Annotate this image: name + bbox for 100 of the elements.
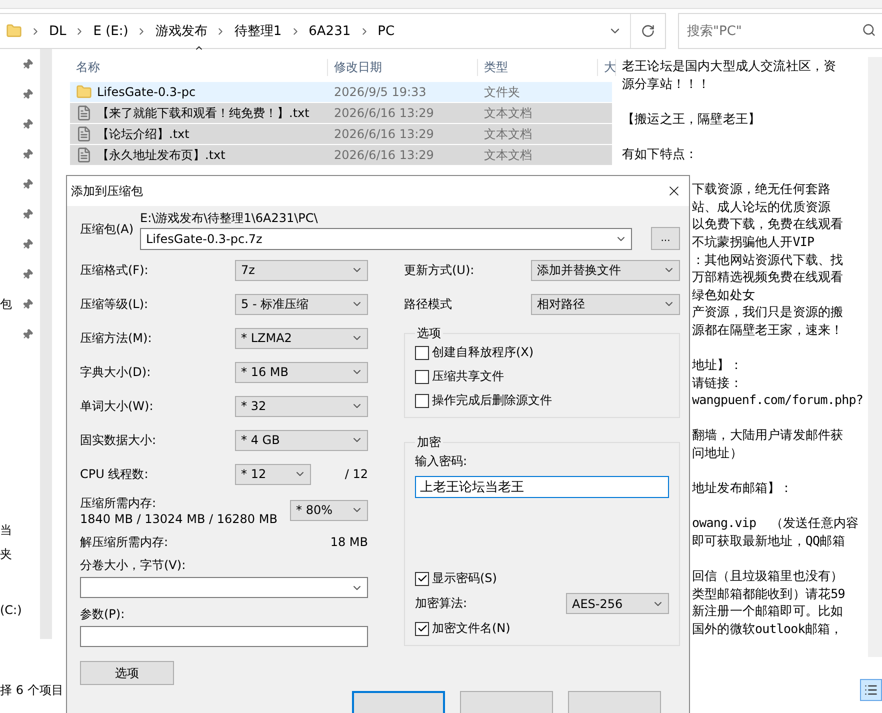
file-row[interactable]: LifesGate-0.3-pc 2026/9/5 19:33 文件夹	[70, 82, 612, 102]
group-title: 加密	[416, 434, 442, 451]
dropdown[interactable]: 7z	[235, 260, 368, 280]
file-type: 文本文档	[483, 104, 533, 122]
document-icon	[76, 126, 92, 142]
status-text: 择 6 个项目	[0, 682, 64, 699]
document-icon	[76, 105, 92, 121]
checkbox[interactable]	[415, 394, 429, 408]
preview-text-line: 回信（且垃圾箱里也没有）	[692, 567, 844, 585]
checkbox[interactable]	[415, 622, 429, 636]
thread-max: / 12	[344, 467, 368, 481]
preview-text-line: wangpuenf.com/forum.php?	[692, 391, 864, 409]
column-header[interactable]: 类型	[478, 58, 598, 76]
column-header[interactable]: 大	[598, 58, 616, 76]
field-label: 路径模式	[404, 296, 452, 312]
password-field[interactable]: 上老王论坛当老王	[415, 476, 669, 498]
preview-text-line: owang.vip （发送任意内容	[692, 514, 859, 532]
volume-size-field[interactable]	[80, 577, 368, 598]
checkbox-label: 加密文件名(N)	[432, 620, 510, 637]
field-label: 固实数据大小:	[80, 432, 156, 448]
preview-text-line: 地址发布邮箱】：	[692, 479, 793, 497]
search-icon	[862, 23, 876, 37]
refresh-icon[interactable]	[641, 24, 655, 38]
dropdown[interactable]: 添加并替换文件	[531, 260, 680, 280]
dropdown[interactable]: 5 - 标准压缩	[235, 294, 368, 314]
dropdown[interactable]: * LZMA2	[235, 328, 368, 348]
preview-text-line: 绿色如处女	[692, 286, 756, 304]
field-label: 分卷大小，字节(V):	[80, 557, 187, 574]
preview-text-line: 不坑蒙拐骗他人开VIP	[692, 232, 814, 251]
file-row[interactable]: 【永久地址发布页】.txt 2026/6/16 13:29 文本文档	[70, 145, 612, 165]
checkbox-label: 操作完成后删除源文件	[432, 392, 552, 409]
nav-item[interactable]: 当	[0, 522, 12, 539]
field-label: 压缩方法(M):	[80, 330, 152, 346]
field-label: 输入密码:	[415, 453, 468, 470]
parameters-field[interactable]	[80, 626, 368, 647]
preview-text-line: 即可获取最新地址，QQ邮箱	[692, 532, 845, 550]
file-name: LifesGate-0.3-pc	[97, 85, 196, 99]
file-name: 【来了就能下载和观看！纯免费！】.txt	[97, 104, 310, 122]
preview-text-line: 类型邮箱都能收到）请花59	[692, 584, 845, 602]
field-label: 压缩等级(L):	[80, 296, 148, 312]
scrollbar[interactable]	[40, 49, 52, 639]
preview-text-line: 源都在隔壁老王家，速来！	[692, 320, 844, 338]
checkbox[interactable]	[415, 572, 429, 586]
file-row[interactable]: 【论坛介绍】.txt 2026/6/16 13:29 文本文档	[70, 124, 612, 144]
file-row[interactable]: 【来了就能下载和观看！纯免费！】.txt 2026/6/16 13:29 文本文档	[70, 103, 612, 123]
check-icon	[416, 573, 428, 584]
archive-name-field[interactable]: LifesGate-0.3-pc.7z	[140, 228, 632, 250]
checkbox-label: 显示密码(S)	[432, 570, 497, 587]
dropdown[interactable]: * 32	[235, 396, 368, 416]
check-icon	[416, 623, 428, 634]
file-type: 文件夹	[483, 84, 521, 100]
dropdown[interactable]: * 4 GB	[235, 430, 368, 450]
breadcrumb[interactable]: 6A231	[304, 24, 355, 38]
memory-value: 18 MB	[330, 535, 368, 549]
breadcrumb[interactable]: 游戏发布	[151, 22, 212, 40]
preview-text-line: 新注册一个邮箱即可。比如	[692, 602, 844, 620]
dropdown[interactable]: 相对路径	[531, 294, 680, 314]
breadcrumb[interactable]: DL	[45, 24, 70, 38]
breadcrumb[interactable]: 待整理1	[230, 22, 286, 40]
field-label: 压缩包(A)	[80, 221, 135, 238]
nav-item[interactable]: 夹	[0, 546, 12, 563]
dialog-button[interactable]	[352, 691, 445, 713]
folder-icon	[76, 84, 92, 100]
group-title: 选项	[416, 325, 442, 342]
column-header[interactable]: 名称	[70, 58, 328, 76]
field-label: 解压缩所需内存:	[80, 534, 168, 550]
preview-text-line: 老王论坛是国内大型成人交流社区，资	[622, 57, 836, 75]
preview-text-line: ：其他网站资源代下载、找	[692, 250, 844, 268]
dropdown[interactable]: AES-256	[566, 593, 669, 614]
file-type: 文本文档	[483, 126, 533, 142]
file-type: 文本文档	[483, 146, 533, 164]
browse-button[interactable]: ...	[651, 227, 680, 250]
preview-text-line: 【搬运之王，隔壁老王】	[622, 110, 761, 128]
dialog-title: 添加到压缩包	[71, 182, 143, 200]
details-view-icon[interactable]	[860, 679, 882, 701]
dropdown[interactable]: * 12	[235, 464, 311, 484]
preview-text-line: 有如下特点：	[622, 144, 698, 163]
preview-text-line: 下载资源，绝无任何套路	[692, 180, 831, 198]
preview-text-line: 翻墙，大陆用户请发邮件获	[692, 426, 844, 444]
file-date: 2026/9/5 19:33	[333, 85, 428, 99]
folder-icon	[6, 23, 22, 39]
dropdown[interactable]: * 16 MB	[235, 362, 368, 382]
field-label: 压缩所需内存:	[80, 494, 158, 512]
nav-item[interactable]: 包	[0, 296, 12, 310]
dropdown[interactable]: * 80%	[290, 500, 368, 520]
checkbox[interactable]	[415, 370, 429, 384]
breadcrumb[interactable]: PC	[374, 24, 399, 38]
preview-text-line: 万部精选视频免费在线观看	[692, 268, 844, 286]
checkbox[interactable]	[415, 346, 429, 360]
nav-item[interactable]: (C:)	[0, 603, 22, 617]
field-label: 加密算法:	[415, 595, 468, 612]
address-bar[interactable]: DL E (E:) 游戏发布 待整理1 6A231 PC	[0, 13, 666, 49]
preview-text-line: 源分享站！！！	[622, 74, 710, 92]
field-label: CPU 线程数:	[80, 466, 148, 482]
breadcrumb[interactable]: E (E:)	[89, 24, 132, 38]
search-field[interactable]: 搜索"PC"	[678, 13, 882, 49]
column-header[interactable]: 修改日期	[328, 58, 478, 76]
preview-text-line: 请链接：	[692, 374, 742, 392]
options-button[interactable]: 选项	[80, 661, 174, 685]
field-label: 压缩格式(F):	[80, 262, 148, 278]
